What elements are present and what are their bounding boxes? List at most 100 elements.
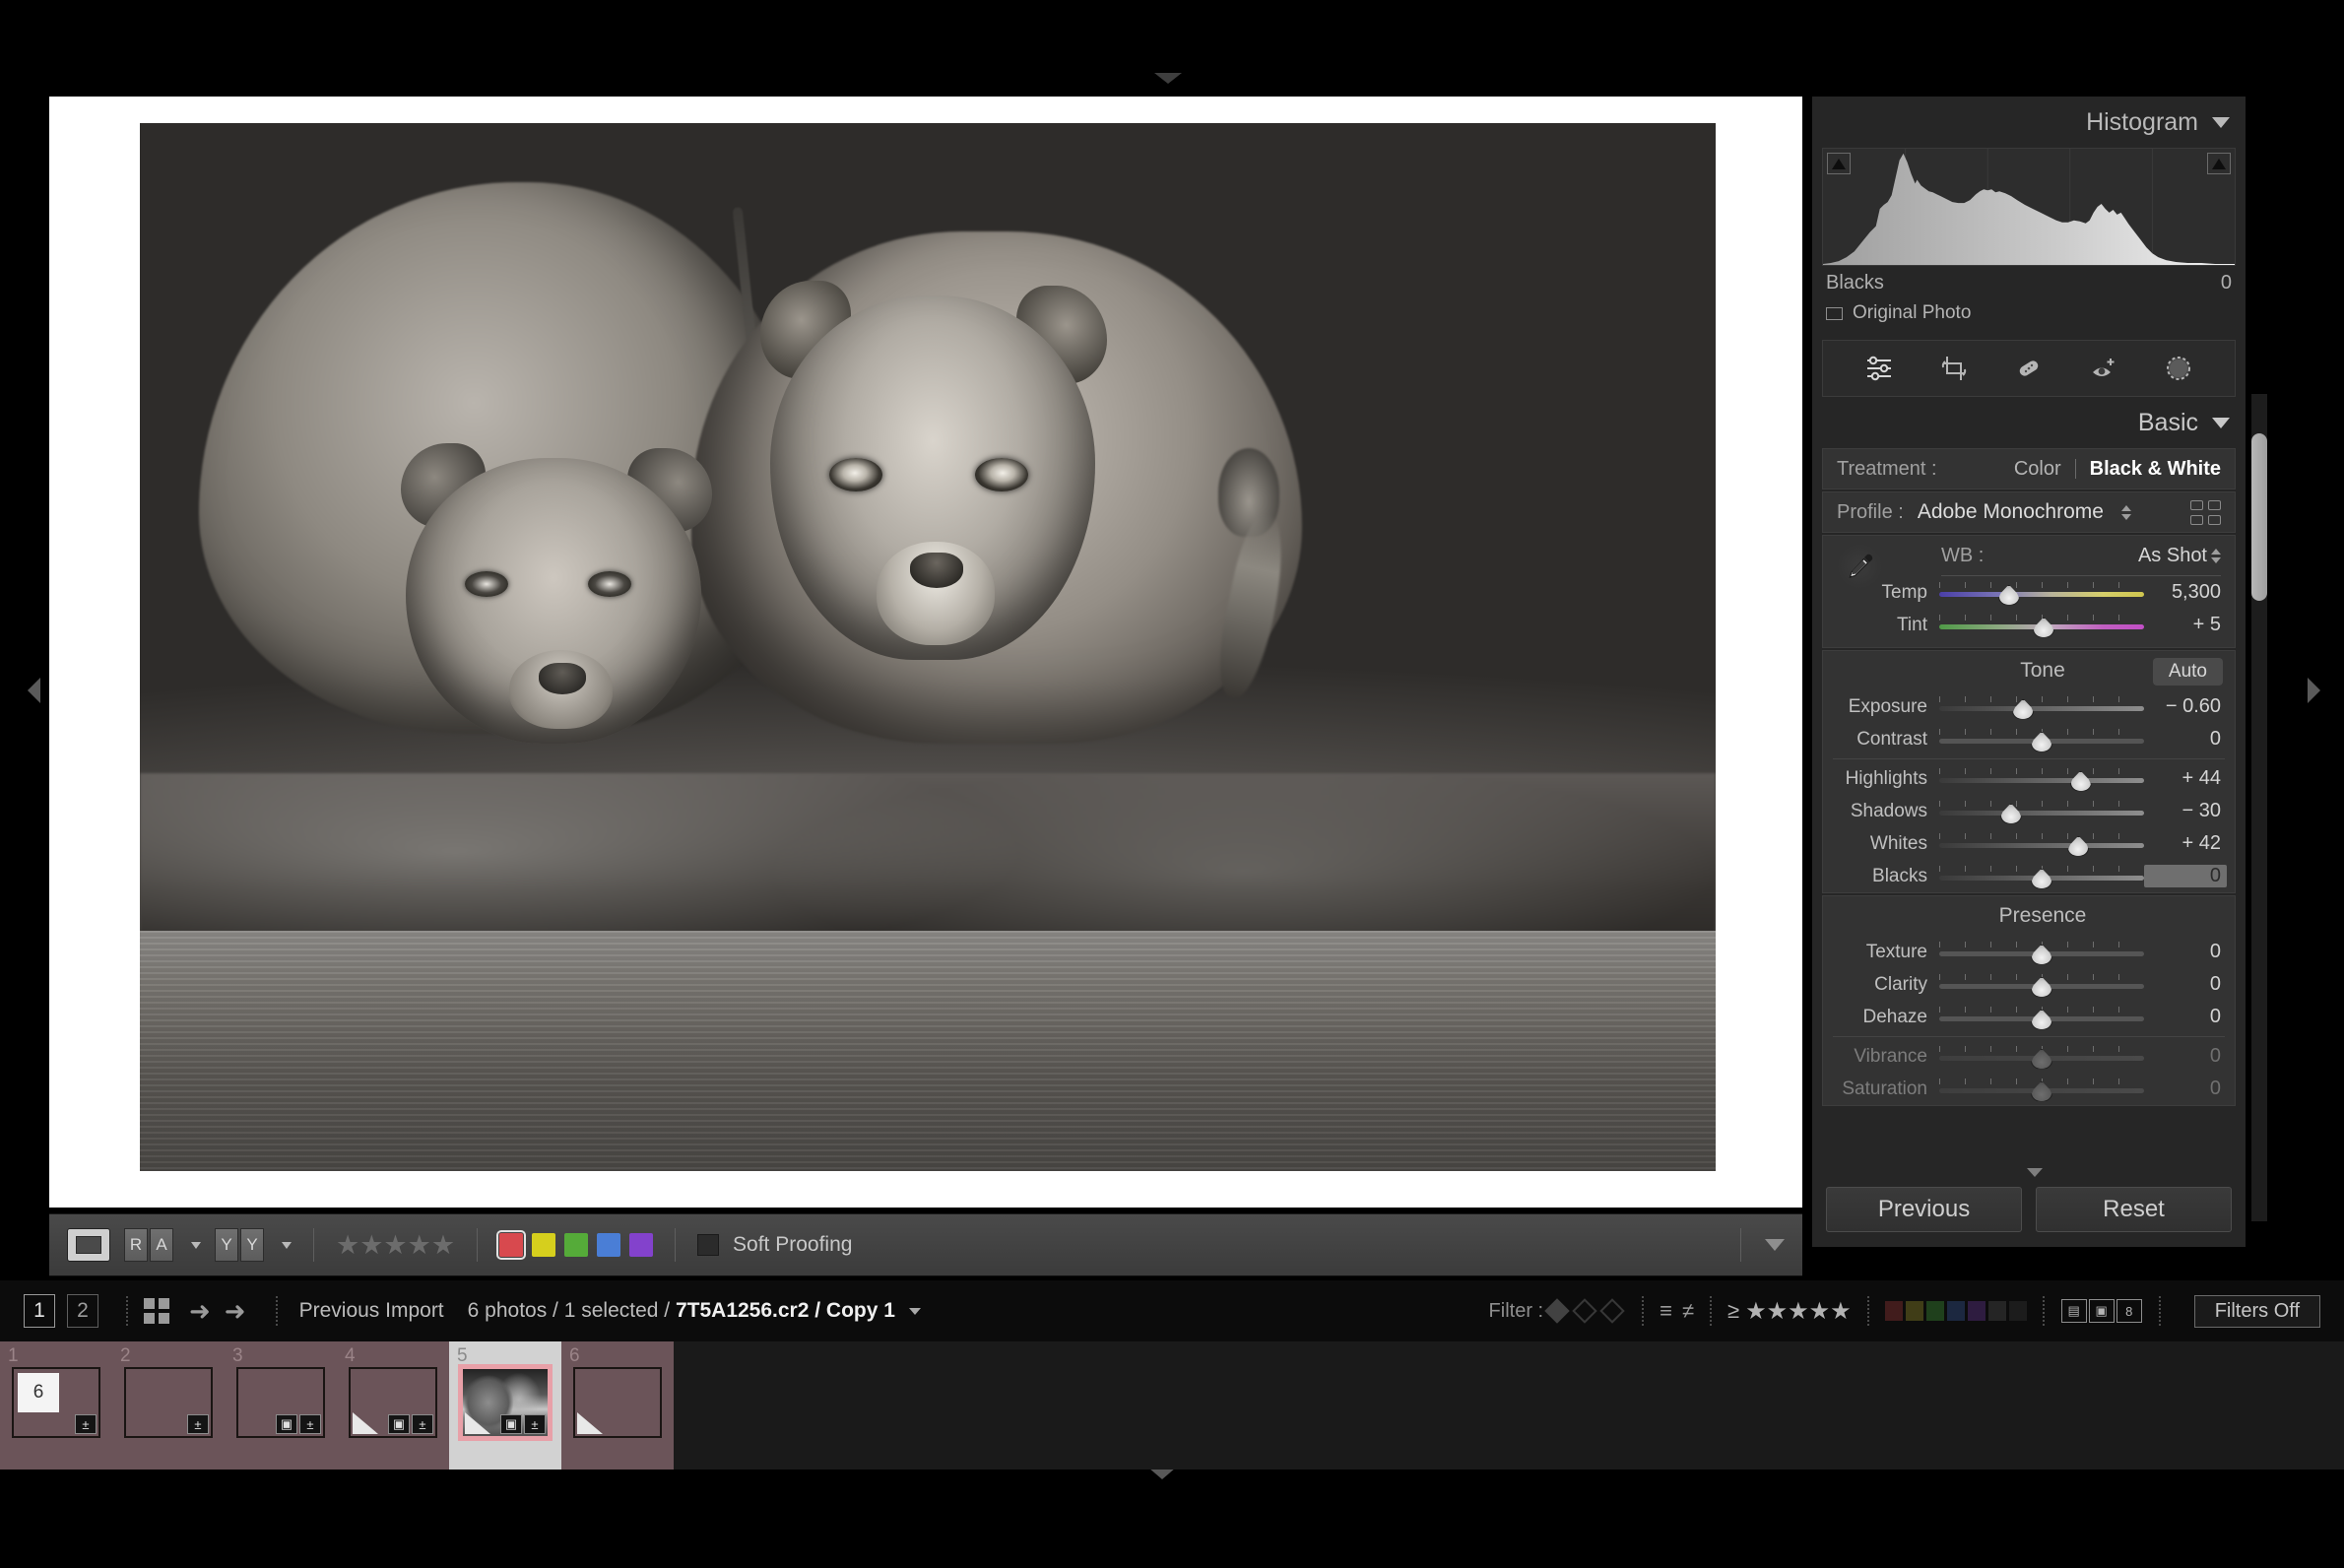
chevron-down-icon[interactable] bbox=[908, 1307, 921, 1315]
flag-reject-button[interactable]: R bbox=[124, 1228, 148, 1262]
filmstrip-thumbnail-image[interactable]: ± bbox=[124, 1367, 213, 1438]
thumbnail-badge[interactable]: ± bbox=[299, 1414, 321, 1434]
rating-stars[interactable]: ★★★★★ bbox=[336, 1231, 455, 1259]
masking-icon[interactable] bbox=[2162, 352, 2195, 385]
slider-value-shadows[interactable]: − 30 bbox=[2144, 800, 2227, 822]
slider-thumb-shadows[interactable] bbox=[1999, 803, 2022, 824]
filter-color-swatches[interactable] bbox=[1884, 1301, 2027, 1321]
filmstrip[interactable]: 1 6 ±2 ±3 ▣ ±4 ▣ ±5 ▣ ±6 bbox=[0, 1341, 2344, 1470]
slider-thumb-highlights[interactable] bbox=[2069, 770, 2092, 792]
flag-dropdown-caret-icon[interactable] bbox=[191, 1241, 201, 1249]
wb-value-wrap[interactable]: As Shot bbox=[2138, 545, 2221, 567]
filmstrip-source[interactable]: Previous Import bbox=[299, 1299, 444, 1323]
slider-track-texture[interactable] bbox=[1939, 941, 2144, 965]
thumbnail-badge[interactable]: ± bbox=[187, 1414, 209, 1434]
blue-label-swatch[interactable] bbox=[597, 1233, 621, 1257]
profile-value[interactable]: Adobe Monochrome bbox=[1918, 500, 2104, 524]
slider-temp[interactable]: Temp 5,300 bbox=[1823, 576, 2235, 609]
slider-track-highlights[interactable] bbox=[1939, 767, 2144, 792]
edit-sliders-icon[interactable] bbox=[1862, 352, 1896, 385]
slider-thumb-texture[interactable] bbox=[2031, 944, 2052, 965]
checkbox-icon[interactable] bbox=[1826, 306, 1843, 320]
slider-value-saturation[interactable]: 0 bbox=[2144, 1078, 2227, 1100]
slider-track-clarity[interactable] bbox=[1939, 973, 2144, 998]
slider-contrast[interactable]: Contrast 0 bbox=[1823, 723, 2235, 755]
thumbnail-badge[interactable]: ± bbox=[524, 1414, 546, 1434]
chevron-down-icon[interactable] bbox=[1765, 1239, 1785, 1251]
histogram[interactable] bbox=[1822, 148, 2236, 266]
flag-unflagged-icon[interactable] bbox=[1572, 1298, 1597, 1324]
arrow-right-icon[interactable]: ➜ bbox=[225, 1296, 246, 1327]
red-label-swatch[interactable] bbox=[496, 1230, 527, 1260]
triangle-down-icon-top[interactable] bbox=[1154, 73, 1182, 84]
thumbnail-badge[interactable]: ± bbox=[412, 1414, 433, 1434]
numbers-view-icon[interactable]: 8 bbox=[2116, 1299, 2142, 1323]
slider-thumb-saturation[interactable] bbox=[2031, 1080, 2052, 1102]
slider-bar[interactable] bbox=[1939, 842, 2144, 848]
slider-value-contrast[interactable]: 0 bbox=[2144, 728, 2227, 751]
slider-dehaze[interactable]: Dehaze 0 bbox=[1823, 1001, 2235, 1033]
filmstrip-filename[interactable]: 7T5A1256.cr2 / Copy 1 bbox=[676, 1299, 895, 1322]
filmstrip-thumbnail[interactable]: 4 ▣ ± bbox=[337, 1341, 449, 1470]
crop-overlay-icon[interactable] bbox=[1937, 352, 1971, 385]
filmstrip-thumbnail[interactable]: 6 bbox=[561, 1341, 674, 1470]
treatment-color-option[interactable]: Color bbox=[2014, 458, 2061, 481]
thumbnail-badge[interactable]: ± bbox=[75, 1414, 97, 1434]
loupe-view-icon[interactable]: ▣ bbox=[2088, 1299, 2115, 1323]
slider-exposure[interactable]: Exposure − 0.60 bbox=[1823, 690, 2235, 723]
slider-track-exposure[interactable] bbox=[1939, 695, 2144, 720]
before-after-y1-button[interactable]: Y bbox=[215, 1228, 238, 1262]
filmstrip-thumbnail[interactable]: 5 ▣ ± bbox=[449, 1341, 561, 1470]
slider-thumb-dehaze[interactable] bbox=[2031, 1009, 2052, 1030]
filmstrip-thumbnail-image[interactable]: ▣ ± bbox=[236, 1367, 325, 1438]
filter-stars[interactable]: ★★★★★ bbox=[1745, 1297, 1852, 1326]
slider-track-saturation[interactable] bbox=[1939, 1078, 2144, 1102]
flag-rejected-icon[interactable] bbox=[1599, 1298, 1625, 1324]
triangle-right-icon[interactable] bbox=[2308, 678, 2320, 703]
triangle-left-icon[interactable] bbox=[28, 678, 40, 703]
slider-thumb-contrast[interactable] bbox=[2031, 731, 2052, 752]
yellow-label-swatch[interactable] bbox=[532, 1233, 556, 1257]
photo-lions-black-and-white[interactable] bbox=[140, 123, 1716, 1171]
filmstrip-thumbnail[interactable]: 2 ± bbox=[112, 1341, 225, 1470]
compare-dropdown-caret-icon[interactable] bbox=[282, 1241, 292, 1249]
slider-clarity[interactable]: Clarity 0 bbox=[1823, 968, 2235, 1001]
slider-track-whites[interactable] bbox=[1939, 832, 2144, 857]
wb-dropdown-icon[interactable] bbox=[2211, 548, 2221, 563]
slider-thumb-tint[interactable] bbox=[2033, 617, 2055, 638]
before-after-y2-button[interactable]: Y bbox=[240, 1228, 264, 1262]
slider-track-temp[interactable] bbox=[1939, 581, 2144, 606]
slider-thumb-exposure[interactable] bbox=[2012, 698, 2035, 720]
slider-highlights[interactable]: Highlights + 44 bbox=[1823, 762, 2235, 795]
treatment-black-and-white-option[interactable]: Black & White bbox=[2090, 458, 2221, 481]
view-2-button[interactable]: 2 bbox=[67, 1294, 98, 1328]
slider-thumb-blacks[interactable] bbox=[2031, 868, 2052, 889]
slider-value-highlights[interactable]: + 44 bbox=[2144, 767, 2227, 790]
profile-dropdown-icon[interactable] bbox=[2120, 504, 2131, 520]
slider-blacks[interactable]: Blacks 0 bbox=[1823, 860, 2235, 892]
highlight-clipping-indicator[interactable] bbox=[2207, 153, 2231, 174]
slider-track-tint[interactable] bbox=[1939, 614, 2144, 638]
right-panel-scrollbar-thumb[interactable] bbox=[2251, 433, 2267, 601]
wb-row[interactable]: WB : As Shot bbox=[1823, 536, 2235, 575]
filmstrip-thumbnail-image[interactable]: ▣ ± bbox=[461, 1367, 550, 1438]
slider-thumb-temp[interactable] bbox=[1997, 584, 2020, 606]
flag-filter-buttons[interactable]: R A bbox=[124, 1228, 173, 1262]
eyedropper-icon[interactable] bbox=[1837, 544, 1882, 589]
flag-accept-button[interactable]: A bbox=[150, 1228, 173, 1262]
filmstrip-thumbnail[interactable]: 1 6 ± bbox=[0, 1341, 112, 1470]
slider-bar[interactable] bbox=[1939, 777, 2144, 783]
thumbnail-badge[interactable]: ▣ bbox=[276, 1414, 297, 1434]
slider-track-contrast[interactable] bbox=[1939, 728, 2144, 752]
slider-saturation[interactable]: Saturation 0 bbox=[1823, 1073, 2235, 1105]
slider-value-vibrance[interactable]: 0 bbox=[2144, 1045, 2227, 1068]
slider-value-clarity[interactable]: 0 bbox=[2144, 973, 2227, 996]
soft-proofing-checkbox[interactable] bbox=[697, 1234, 720, 1256]
slider-thumb-whites[interactable] bbox=[2067, 835, 2090, 857]
red-eye-icon[interactable] bbox=[2087, 352, 2120, 385]
slider-track-shadows[interactable] bbox=[1939, 800, 2144, 824]
slider-texture[interactable]: Texture 0 bbox=[1823, 936, 2235, 968]
slider-bar[interactable] bbox=[1939, 591, 2144, 597]
previous-button[interactable]: Previous bbox=[1826, 1187, 2022, 1232]
thumbnail-badge[interactable]: ▣ bbox=[388, 1414, 410, 1434]
